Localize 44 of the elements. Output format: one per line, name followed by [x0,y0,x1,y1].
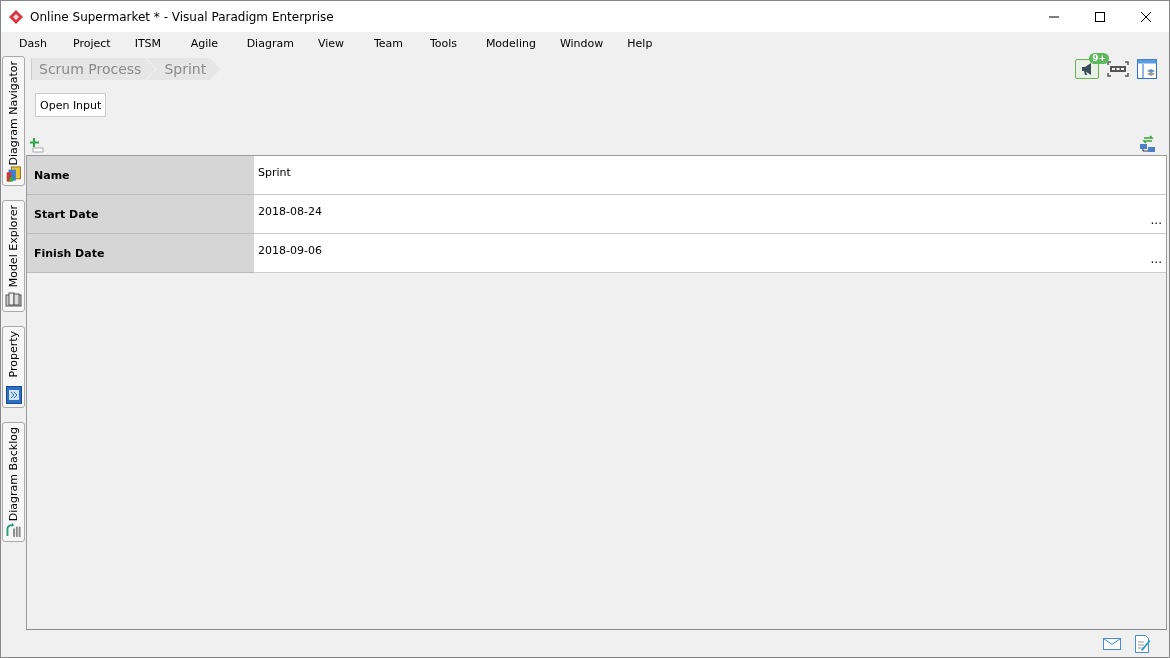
menu-item[interactable]: ITSM [134,36,167,50]
menu-item[interactable]: Diagram [246,36,294,50]
menu-item[interactable]: Dash [19,36,49,50]
property-name: Name [27,156,254,195]
backlog-bars-icon [4,521,23,538]
value-text: 2018-09-06 [257,243,323,257]
property-sheet-icon [5,386,22,404]
layout-panel-icon[interactable] [1137,59,1157,79]
sync-icon[interactable] [1139,135,1157,153]
more-button[interactable]: ... [1148,213,1164,227]
menu-item[interactable]: Agile [190,36,223,50]
property-name: Start Date [27,195,254,234]
side-tab[interactable]: Property [2,326,25,408]
add-row-icon[interactable] [29,137,45,153]
window-title: Online Supermarket * - Visual Paradigm Enterprise [30,9,334,24]
menu-item[interactable]: Help [627,36,660,50]
more-button[interactable]: ... [1148,252,1164,266]
side-tab[interactable]: Model Explorer [2,200,25,312]
side-tab[interactable]: Diagram Navigator [2,56,25,186]
maximize-icon[interactable] [1094,10,1106,23]
diagram-stack-icon [4,165,23,182]
menu-item[interactable]: Team [373,36,406,50]
value-text: 2018-08-24 [257,204,323,218]
notification-badge: 9+ [1089,53,1109,64]
menu-item[interactable]: View [317,36,350,50]
property-value[interactable]: 2018-09-06 ... [254,234,1166,273]
megaphone-icon [1080,62,1094,76]
menu-item[interactable]: Tools [429,36,462,50]
menu-item[interactable]: Project [73,36,111,50]
book-stack-icon [4,292,23,308]
property-value[interactable]: Sprint [254,156,1166,195]
mail-icon[interactable] [1103,637,1121,650]
side-tab[interactable]: Diagram Backlog [2,422,25,542]
menu-item[interactable]: Modeling [485,36,536,50]
fit-frame-icon[interactable] [1107,61,1129,77]
announcement-button[interactable] [1075,59,1099,79]
app-logo-icon [8,8,24,25]
menu-item[interactable]: Window [559,36,604,50]
property-name: Finish Date [27,234,254,273]
note-pencil-icon[interactable] [1135,634,1151,653]
close-icon[interactable] [1140,10,1152,23]
property-value[interactable]: 2018-08-24 ... [254,195,1166,234]
value-text: Sprint [257,165,292,179]
open-input-button[interactable]: Open Input [35,93,107,117]
